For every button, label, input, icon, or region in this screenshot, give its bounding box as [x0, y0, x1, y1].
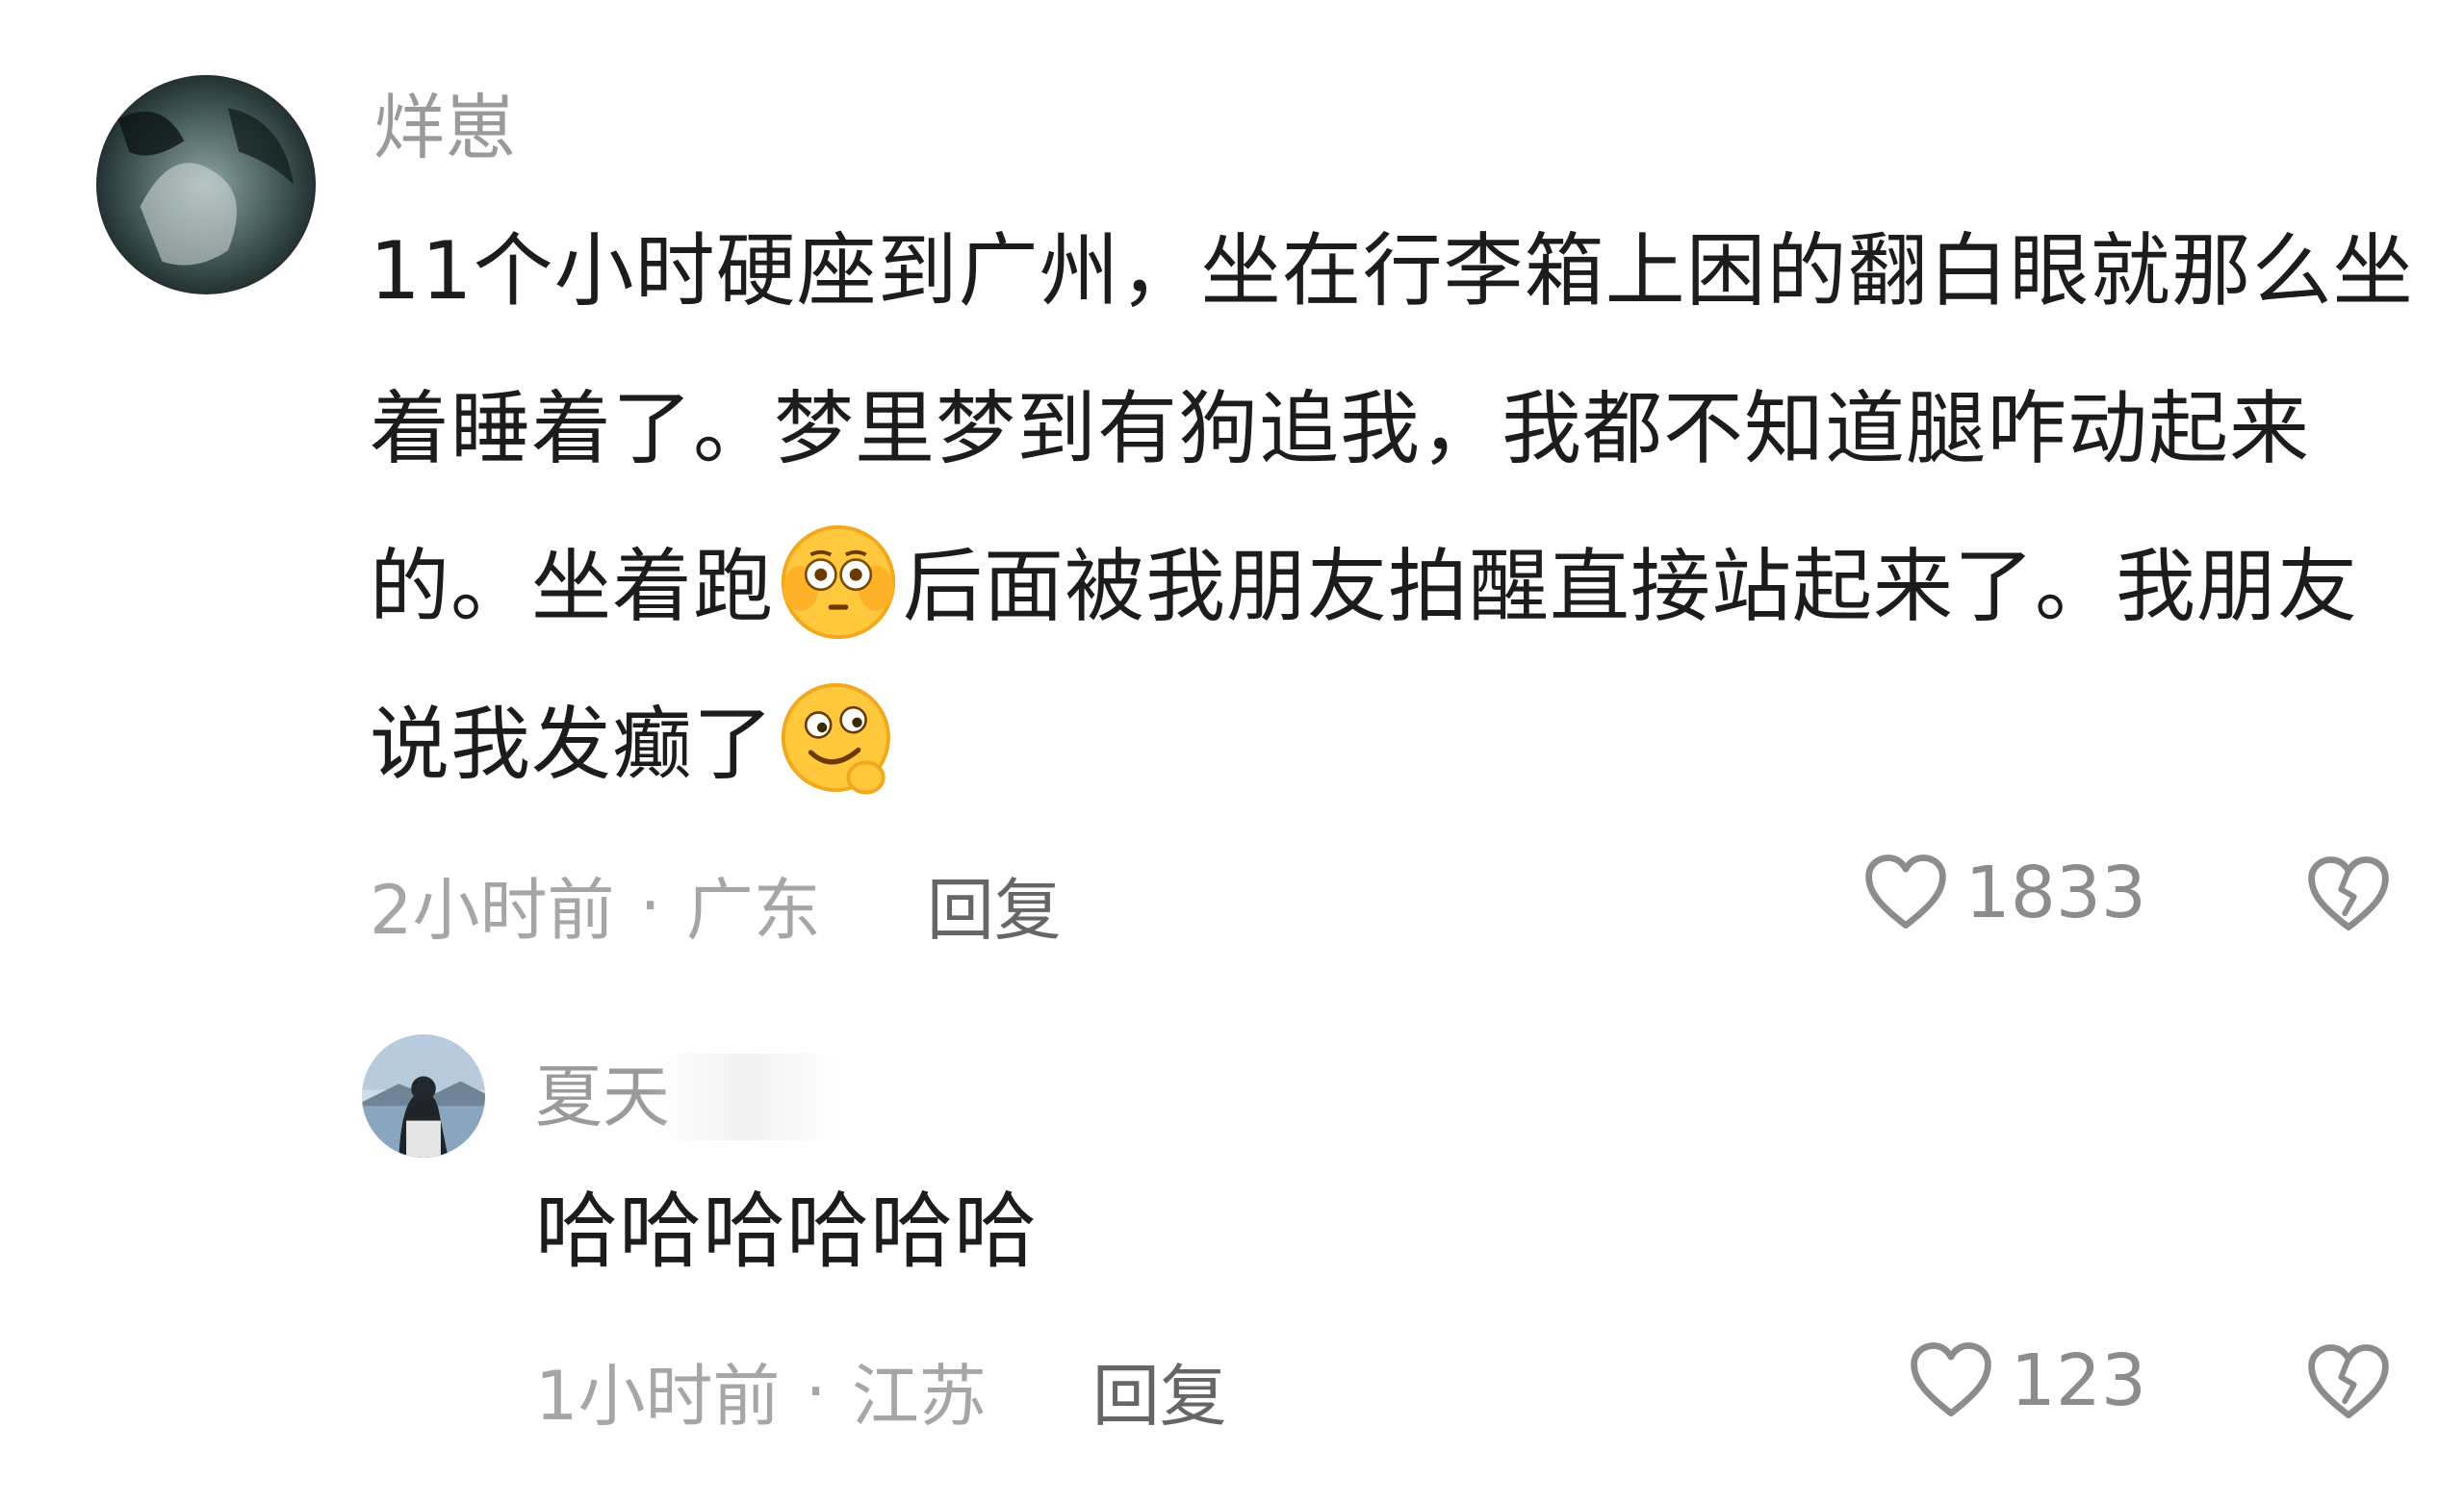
location: 江苏 — [851, 1357, 987, 1436]
heart-outline-icon[interactable] — [1860, 847, 1952, 939]
avatar-image — [96, 75, 316, 294]
heart-outline-icon[interactable] — [1905, 1335, 1997, 1427]
broken-heart-outline-icon[interactable] — [2302, 849, 2395, 941]
username[interactable]: 烊崽 — [373, 92, 516, 164]
location: 广东 — [685, 871, 821, 950]
avatar[interactable] — [96, 75, 316, 294]
like-count: 123 — [2010, 1339, 2146, 1422]
comment-meta: 1小时前 · 江苏 回复 — [535, 1342, 1227, 1440]
reply-button[interactable]: 回复 — [1092, 1342, 1227, 1440]
avatar-image — [362, 1034, 485, 1158]
separator: · — [639, 865, 661, 945]
like-button[interactable]: 123 — [1905, 1335, 2146, 1427]
flushed-face-emoji — [776, 520, 901, 645]
like-button[interactable]: 1833 — [1860, 847, 2146, 939]
comment-text: 11个小时硬座到广州，坐在行李箱上困的翻白眼就那么坐着睡着了。梦里梦到有狗追我，… — [370, 192, 2426, 824]
timestamp: 1小时前 — [535, 1357, 781, 1436]
username[interactable]: 夏天 — [535, 1063, 670, 1131]
separator: · — [805, 1351, 827, 1431]
avatar[interactable] — [362, 1034, 485, 1158]
smirk-thinking-emoji — [776, 677, 901, 803]
username-decoration — [651, 1054, 843, 1140]
like-count: 1833 — [1964, 852, 2146, 934]
comment-meta: 2小时前 · 广东 回复 — [370, 856, 1062, 954]
timestamp: 2小时前 — [370, 871, 615, 950]
reply-button[interactable]: 回复 — [927, 856, 1062, 954]
broken-heart-outline-icon[interactable] — [2302, 1337, 2395, 1429]
comment-text: 哈哈哈哈哈哈 — [535, 1184, 1038, 1280]
